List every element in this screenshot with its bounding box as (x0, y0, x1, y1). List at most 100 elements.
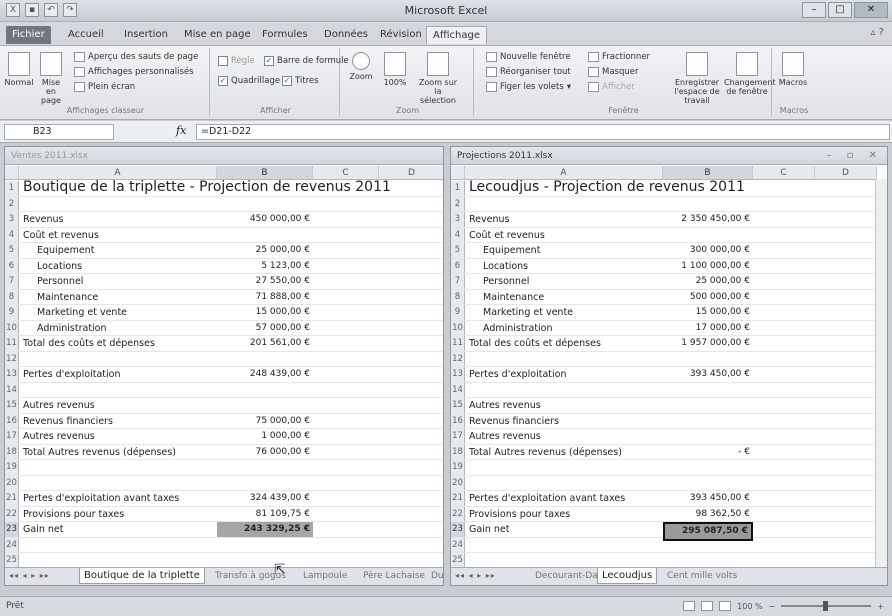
custom-views-button[interactable]: Affichages personnalisés (74, 67, 194, 77)
cell-a[interactable]: Equipement (23, 243, 94, 258)
row-header[interactable]: 17 (451, 429, 465, 444)
tab-home[interactable]: Accueil (62, 26, 110, 44)
hide-button[interactable]: Masquer (588, 67, 638, 77)
cell-a[interactable]: Administration (23, 321, 107, 336)
cell-a[interactable]: Maintenance (469, 290, 544, 305)
cell-a[interactable]: Administration (469, 321, 553, 336)
cell-b[interactable]: 243 329,25 € (217, 522, 313, 537)
cell-a[interactable]: Autres revenus (469, 429, 541, 444)
row-header[interactable]: 19 (451, 460, 465, 475)
row-header[interactable]: 2 (5, 196, 19, 211)
cell-b[interactable]: 27 550,00 € (217, 274, 313, 289)
column-header[interactable]: D (815, 166, 877, 180)
row-header[interactable]: 10 (5, 320, 19, 335)
macros-button[interactable]: Macros (778, 52, 808, 87)
row-header[interactable]: 18 (451, 444, 465, 459)
row-header[interactable]: 11 (451, 336, 465, 351)
cell-a[interactable]: Lecoudjus - Projection de revenus 2011 (469, 177, 745, 197)
page-break-icon[interactable] (719, 601, 732, 611)
cell-a[interactable]: Maintenance (23, 290, 98, 305)
row-header[interactable]: 4 (451, 227, 465, 242)
cell-a[interactable]: Total Autres revenus (dépenses) (23, 445, 176, 460)
row-header[interactable]: 22 (451, 506, 465, 521)
zoom-selection-button[interactable]: Zoom sur la sélection (416, 52, 460, 105)
zoom-in-button[interactable]: + (877, 602, 884, 611)
row-header[interactable]: 21 (451, 491, 465, 506)
row-header[interactable]: 25 (5, 553, 19, 568)
cell-b[interactable]: 300 000,00 € (663, 243, 753, 258)
cell-b[interactable]: 98 362,50 € (663, 507, 753, 522)
cell-b[interactable]: 201 561,00 € (217, 336, 313, 351)
tab-insert[interactable]: Insertion (118, 26, 174, 44)
cell-a[interactable]: Autres revenus (23, 429, 95, 444)
cell-a[interactable]: Provisions pour taxes (23, 507, 124, 522)
row-header[interactable]: 4 (5, 227, 19, 242)
cell-a[interactable]: Gain net (23, 522, 63, 537)
select-all-corner[interactable] (5, 166, 19, 180)
name-box[interactable]: B23 (4, 124, 114, 140)
row-header[interactable]: 21 (5, 491, 19, 506)
row-header[interactable]: 15 (451, 398, 465, 413)
arrange-all-button[interactable]: Réorganiser tout (486, 67, 571, 77)
row-header[interactable]: 14 (5, 382, 19, 397)
tab-data[interactable]: Données (318, 26, 374, 44)
column-header[interactable]: C (753, 166, 815, 180)
zoom-out-button[interactable]: − (769, 602, 776, 611)
normal-view-icon[interactable] (683, 601, 696, 611)
page-break-preview-button[interactable]: Aperçu des sauts de page (74, 52, 198, 62)
sheet-tab[interactable]: Du (427, 568, 443, 584)
new-window-button[interactable]: Nouvelle fenêtre (486, 52, 571, 62)
row-header[interactable]: 1 (451, 181, 465, 196)
formula-input[interactable]: =D21-D22 (196, 124, 890, 140)
row-header[interactable]: 18 (5, 444, 19, 459)
sheet-tab[interactable]: Lecoudjus (597, 568, 658, 584)
cell-b[interactable]: 25 000,00 € (217, 243, 313, 258)
sheet-tab[interactable]: Boutique de la triplette (79, 568, 205, 584)
tab-page-layout[interactable]: Mise en page (178, 26, 257, 44)
cell-a[interactable]: Equipement (469, 243, 540, 258)
row-header[interactable]: 14 (451, 382, 465, 397)
cell-b[interactable]: 248 439,00 € (217, 367, 313, 382)
cell-a[interactable]: Coût et revenus (23, 228, 99, 243)
row-header[interactable]: 25 (451, 553, 465, 568)
close-button[interactable]: ✕ (854, 2, 888, 18)
row-header[interactable]: 8 (451, 289, 465, 304)
select-all-corner[interactable] (451, 166, 465, 180)
workbook-window-right[interactable]: Projections 2011.xlsx – ▫ ✕ A B C D 1 Leco… (450, 146, 888, 586)
cell-b[interactable]: 57 000,00 € (217, 321, 313, 336)
cell-b[interactable]: 17 000,00 € (663, 321, 753, 336)
cell-b[interactable]: 1 100 000,00 € (663, 259, 753, 274)
cell-a[interactable]: Revenus financiers (469, 414, 559, 429)
sheet-tab[interactable]: Lampoule (299, 568, 351, 584)
row-header[interactable]: 23 (451, 522, 465, 537)
cell-a[interactable]: Pertes d'exploitation avant taxes (469, 491, 625, 506)
zoom-slider-knob[interactable] (823, 601, 829, 611)
ruler-checkbox[interactable]: Règle (218, 56, 255, 66)
cell-b[interactable]: 1 000,00 € (217, 429, 313, 444)
split-button[interactable]: Fractionner (588, 52, 650, 62)
cell-b[interactable]: 71 888,00 € (217, 290, 313, 305)
minimize-button[interactable]: – (802, 2, 826, 18)
headings-checkbox[interactable]: ✓ Titres (282, 76, 319, 86)
row-header[interactable]: 9 (451, 305, 465, 320)
cell-b[interactable]: 75 000,00 € (217, 414, 313, 429)
cell-b[interactable]: 393 450,00 € (663, 491, 753, 506)
row-header[interactable]: 17 (5, 429, 19, 444)
tab-review[interactable]: Révision (374, 26, 428, 44)
cell-b[interactable]: 324 439,00 € (217, 491, 313, 506)
fx-icon[interactable]: fx (176, 124, 186, 137)
formula-bar-checkbox[interactable]: ✓ Barre de formule (264, 56, 349, 66)
page-layout-icon[interactable] (701, 601, 714, 611)
cell-b[interactable]: 15 000,00 € (217, 305, 313, 320)
cell-a[interactable]: Coût et revenus (469, 228, 545, 243)
unhide-button[interactable]: Afficher (588, 82, 635, 92)
cell-b[interactable]: 81 109,75 € (217, 507, 313, 522)
cell-b[interactable]: 2 350 450,00 € (663, 212, 753, 227)
row-header[interactable]: 22 (5, 506, 19, 521)
zoom-slider[interactable] (781, 601, 872, 611)
zoom-level[interactable]: 100 % (737, 602, 762, 611)
sheet-nav-arrows-icon[interactable]: ◂◂ ◂ ▸ ▸▸ (9, 571, 50, 580)
row-header[interactable]: 20 (451, 475, 465, 490)
cell-a[interactable]: Revenus financiers (23, 414, 113, 429)
gridlines-checkbox[interactable]: ✓ Quadrillage (218, 76, 280, 86)
